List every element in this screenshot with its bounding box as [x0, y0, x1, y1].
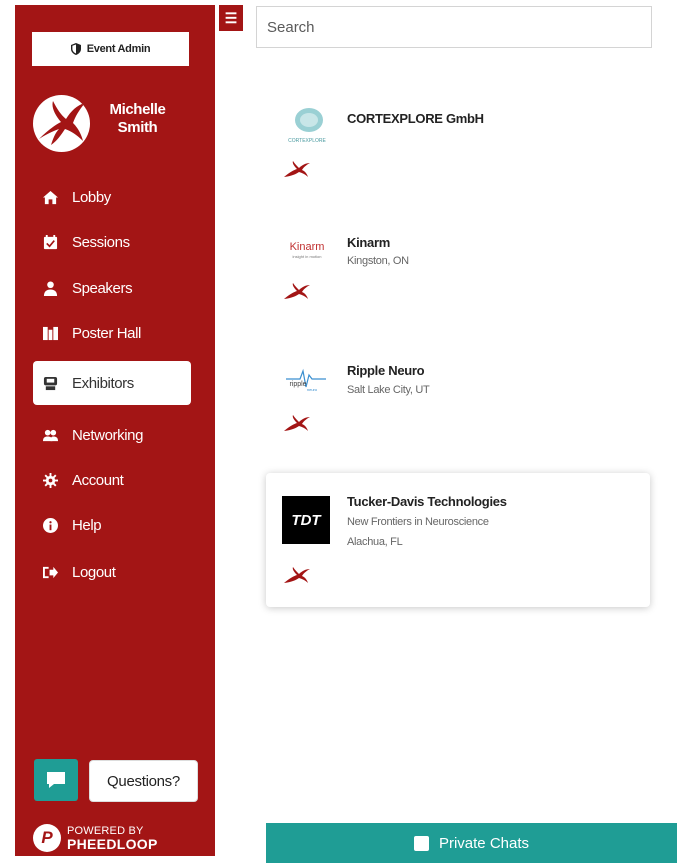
- sidebar-item-lobby[interactable]: Lobby: [33, 175, 191, 219]
- tdt-logo-text: TDT: [291, 511, 321, 529]
- exhibitor-name: CORTEXPLORE GmbH: [347, 111, 484, 126]
- search-input[interactable]: [256, 6, 652, 48]
- pheedloop-logo-icon: P: [33, 824, 61, 852]
- sidebar-item-label: Networking: [72, 426, 144, 444]
- exhibitor-logo: Kinarm insight in motion: [282, 225, 332, 275]
- chat-button[interactable]: [34, 759, 78, 801]
- exhibitor-logo: TDT: [282, 496, 330, 544]
- exhibitor-name: Kinarm: [347, 235, 390, 250]
- exhibitor-card-tucker-davis[interactable]: TDT Tucker-Davis Technologies New Fronti…: [266, 473, 650, 607]
- sidebar-item-exhibitors[interactable]: Exhibitors: [33, 361, 191, 405]
- private-chats-button[interactable]: Private Chats: [266, 823, 677, 863]
- exhibitor-logo: CORTEXPLORE: [282, 100, 332, 150]
- exhibitor-location: Kingston, ON: [347, 255, 409, 267]
- exhibitor-tagline: New Frontiers in Neuroscience: [347, 516, 489, 528]
- powered-by[interactable]: P POWERED BY PHEEDLOOP: [33, 824, 158, 852]
- powered-by-label: POWERED BY: [67, 824, 144, 837]
- sidebar-item-label: Speakers: [72, 279, 133, 297]
- chat-square-icon: [413, 835, 429, 851]
- exhibitor-logo: ripple neuro: [282, 357, 332, 407]
- bird-logo-icon: [284, 567, 310, 583]
- user-tie-icon: [42, 280, 58, 296]
- event-admin-button[interactable]: Event Admin: [32, 32, 189, 66]
- avatar[interactable]: [33, 95, 90, 152]
- exhibitor-card-cortexplore[interactable]: CORTEXPLORE CORTEXPLORE GmbH: [266, 80, 650, 214]
- pheedloop-label: PHEEDLOOP: [67, 835, 158, 852]
- kinarm-logo-text: Kinarm: [290, 241, 325, 253]
- sidebar-item-speakers[interactable]: Speakers: [33, 266, 191, 310]
- booth-icon: [42, 375, 58, 391]
- bird-logo-icon: [39, 101, 85, 145]
- hamburger-icon: ☰: [224, 9, 238, 26]
- menu-toggle-button[interactable]: ☰: [219, 5, 243, 31]
- users-icon: [42, 427, 58, 443]
- sidebar-item-sessions[interactable]: Sessions: [33, 220, 191, 264]
- sidebar-item-label: Account: [72, 471, 124, 489]
- info-icon: [42, 517, 58, 533]
- ripple-logo-tagline: neuro: [307, 387, 318, 392]
- gear-icon: [42, 472, 58, 488]
- sidebar-item-help[interactable]: Help: [33, 503, 191, 547]
- sidebar-item-label: Poster Hall: [72, 324, 141, 342]
- exhibitor-name: Tucker-Davis Technologies: [347, 494, 507, 509]
- sidebar-item-label: Logout: [72, 563, 116, 581]
- sidebar-item-account[interactable]: Account: [33, 458, 191, 502]
- bird-logo-icon: [284, 161, 310, 177]
- exhibitor-card-kinarm[interactable]: Kinarm insight in motion Kinarm Kingston…: [266, 215, 650, 349]
- exhibitor-name: Ripple Neuro: [347, 363, 425, 378]
- bird-logo-icon: [284, 415, 310, 431]
- shield-icon: [70, 43, 81, 55]
- sidebar-item-label: Lobby: [72, 188, 111, 206]
- event-admin-label: Event Admin: [86, 43, 151, 55]
- sidebar-item-label: Exhibitors: [72, 374, 134, 392]
- home-icon: [42, 189, 58, 205]
- exhibitor-location: Salt Lake City, UT: [347, 384, 430, 396]
- questions-button[interactable]: Questions?: [89, 760, 198, 802]
- calendar-icon: [42, 234, 58, 250]
- sidebar-item-label: Help: [72, 516, 102, 534]
- sidebar-item-logout[interactable]: Logout: [33, 550, 191, 594]
- bird-logo-icon: [284, 283, 310, 299]
- logout-icon: [42, 564, 58, 580]
- chat-icon: [47, 772, 65, 788]
- cortexplore-logo-text: CORTEXPLORE: [288, 138, 326, 144]
- user-name: Michelle Smith: [109, 101, 166, 136]
- sidebar-item-networking[interactable]: Networking: [33, 413, 191, 457]
- kinarm-logo-tagline: insight in motion: [293, 254, 322, 259]
- poster-icon: [42, 325, 58, 341]
- ripple-logo-text: ripple: [289, 381, 306, 388]
- exhibitor-location: Alachua, FL: [347, 536, 403, 548]
- exhibitor-card-ripple-neuro[interactable]: ripple neuro Ripple Neuro Salt Lake City…: [266, 343, 650, 477]
- sidebar-item-label: Sessions: [72, 233, 130, 251]
- sidebar-item-poster-hall[interactable]: Poster Hall: [33, 311, 191, 355]
- private-chats-label: Private Chats: [438, 834, 530, 852]
